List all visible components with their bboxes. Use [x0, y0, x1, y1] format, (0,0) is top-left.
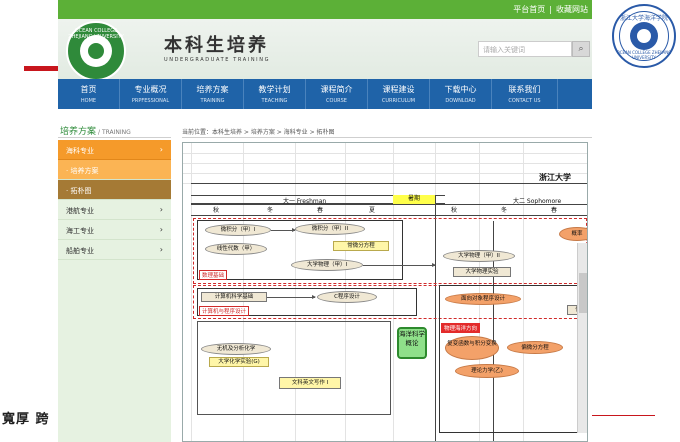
nav-contact[interactable]: 联系我们 CONTACT US — [492, 79, 558, 109]
scrollbar-thumb[interactable] — [579, 273, 587, 313]
season-label: 冬 — [267, 207, 274, 214]
course-physics-lab[interactable]: 大学物理实验 — [453, 267, 511, 277]
season-header-line — [191, 204, 587, 214]
course-theoretical-mechanics[interactable]: 理论力学(乙) — [455, 364, 519, 378]
page-subtitle: UNDERGRADUATE TRAINING — [164, 57, 271, 63]
seal-top-text: 浙江大学海洋学院 — [619, 15, 668, 22]
course-physics-2[interactable]: 大学物理（甲）II — [443, 250, 515, 262]
favorite-link[interactable]: 收藏网站 — [556, 5, 588, 14]
sidebar-divider — [58, 137, 171, 138]
chart-header-line — [191, 183, 587, 193]
college-logo[interactable]: OCEAN COLLEGE ZHEJIANG UNIVERSITY — [66, 21, 126, 81]
tag-physical-oceanography: 物理海洋方向 — [441, 323, 481, 333]
season-label: 冬 — [501, 207, 508, 214]
site-header: OCEAN COLLEGE ZHEJIANG UNIVERSITY 本科生培养 … — [58, 19, 592, 81]
red-accent-bar — [24, 66, 60, 71]
sidebar-item-ocean-eng[interactable]: 海工专业 › — [58, 220, 171, 240]
flowchart-school-title: 浙江大学 — [539, 173, 571, 182]
course-linear-algebra[interactable]: 线性代数（甲） — [205, 243, 267, 255]
breadcrumb: 当前位置：本科生培养 > 培养方案 > 海科专业 > 拓朴图 — [182, 129, 335, 136]
page-title: 本科生培养 — [164, 35, 269, 56]
course-physics-1[interactable]: 大学物理（甲）I — [291, 259, 363, 271]
nav-teaching[interactable]: 教学计划 TEACHING — [244, 79, 306, 109]
content-divider — [182, 137, 592, 138]
nav-home[interactable]: 首页 HOME — [58, 79, 120, 109]
summer-label: 暑期 — [393, 195, 435, 204]
season-label: 秋 — [451, 207, 458, 214]
arrow-connector — [267, 295, 316, 299]
nav-curriculum[interactable]: 课程建设 CURRICULUM — [368, 79, 430, 109]
sidebar-item-ship[interactable]: 船舶专业 › — [58, 240, 171, 260]
platform-home-link[interactable]: 平台首页 — [513, 5, 545, 14]
course-oop[interactable]: 面向对象程序设计 — [445, 293, 521, 305]
chevron-icon: › — [159, 225, 163, 234]
chevron-icon: › — [159, 145, 163, 154]
course-pde[interactable]: 偏微分方程 — [507, 341, 563, 354]
website-screenshot: 平台首页 | 收藏网站 OCEAN COLLEGE ZHEJIANG UNIVERS… — [58, 0, 592, 442]
sidebar-item-training-plan[interactable]: · 培养方案 — [58, 160, 171, 180]
tag-math-physics-base: 数理基础 — [199, 270, 228, 280]
course-complex-functions[interactable]: 复变函数与积分变换 — [445, 336, 499, 360]
search-icon[interactable]: ⌕ — [572, 41, 590, 57]
tag-computing-programming: 计算机与程序设计 — [199, 306, 250, 316]
topbar-separator: | — [549, 5, 552, 14]
main-nav: 首页 HOME 专业概况 PRPFESSIONAL 培养方案 TRAINING 教学计… — [58, 79, 592, 109]
course-ode[interactable]: 常微分方程 — [333, 241, 389, 251]
season-label: 春 — [317, 207, 324, 214]
sidebar-item-ocean-science[interactable]: 海科专业 › — [58, 140, 171, 160]
course-c-programming[interactable]: C程序设计 — [317, 291, 377, 303]
season-label: 夏 — [369, 207, 376, 214]
course-probability[interactable]: 概率 — [559, 227, 587, 241]
season-label: 秋 — [213, 207, 220, 214]
sidebar-item-port[interactable]: 港航专业 › — [58, 200, 171, 220]
calligraphy-text: 寬厚 跨 — [2, 412, 50, 427]
university-seal-logo: 浙江大学海洋学院 OCEAN COLLEGE ZHEJIANG UNIVERSI… — [612, 4, 676, 68]
seal-bottom-text: OCEAN COLLEGE ZHEJIANG UNIVERSITY — [616, 50, 672, 60]
nav-training[interactable]: 培养方案 TRAINING — [182, 79, 244, 109]
freshman-science-box — [197, 321, 391, 415]
course-calculus-1[interactable]: 微积分（甲）I — [205, 224, 271, 236]
arrow-connector — [363, 263, 436, 267]
sidebar-menu: 海科专业 › · 培养方案 · 拓朴图 港航专业 › 海工专业 › 船舶专业 › — [58, 140, 171, 442]
slide: 寬厚 跨 浙江大学海洋学院 OCEAN COLLEGE ZHEJIANG UNI… — [0, 0, 680, 442]
course-ocean-science-intro[interactable]: 海洋科学概论 — [397, 327, 427, 359]
search-input[interactable]: 请输入关键词 — [478, 41, 572, 57]
sidebar-title: 培养方案 / TRAINING — [60, 127, 131, 137]
arrow-connector — [271, 228, 296, 232]
course-calculus-2[interactable]: 微积分（甲）II — [295, 223, 365, 235]
chevron-icon: › — [159, 245, 163, 254]
chart-scrollbar[interactable] — [577, 243, 587, 433]
sidebar-item-topology[interactable]: · 拓朴图 — [58, 180, 171, 200]
nav-course[interactable]: 课程简介 COURSE — [306, 79, 368, 109]
nav-professional[interactable]: 专业概况 PRPFESSIONAL — [120, 79, 182, 109]
chevron-icon: › — [159, 205, 163, 214]
topology-flowchart: 浙江大学 大一 Freshman 暑期 大二 Sophomore 秋 冬 春 夏… — [182, 142, 588, 442]
top-bar: 平台首页 | 收藏网站 — [58, 0, 592, 19]
nav-download[interactable]: 下载中心 DOWNLOAD — [430, 79, 492, 109]
course-cs-basics[interactable]: 计算机科学基础 — [201, 292, 267, 302]
season-label: 春 — [551, 207, 558, 214]
red-accent-line — [585, 415, 655, 416]
